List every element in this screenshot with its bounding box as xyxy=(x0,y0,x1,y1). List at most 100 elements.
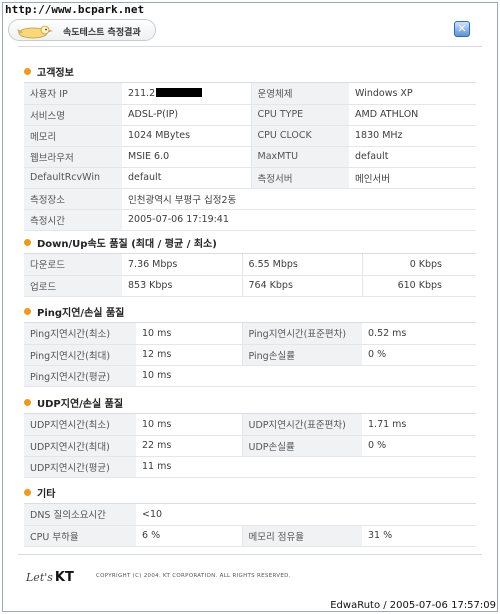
row-label: UDP지연시간(최대) xyxy=(24,435,136,457)
row-label: 메모리 점유율 xyxy=(242,525,362,547)
user-ip-value: 211.2 xyxy=(122,83,252,105)
section-title: Down/Up속도 품질 (최대 / 평균 / 최소) xyxy=(37,238,217,250)
section-heading: 고객정보 xyxy=(24,63,476,79)
section-title: 기타 xyxy=(37,488,56,500)
row-value: 10 ms xyxy=(136,414,243,436)
row-label: Ping지연시간(최소) xyxy=(24,323,136,345)
table-row: 메모리 1024 MBytes CPU CLOCK 1830 MHz xyxy=(24,125,476,147)
table-row: 웹브라우저 MSIE 6.0 MaxMTU default xyxy=(24,146,476,168)
min-value: 0 Kbps xyxy=(362,254,476,276)
max-value: 853 Kbps xyxy=(122,275,243,297)
redaction-bar xyxy=(156,87,203,97)
etc-section: 기타 DNS 질의소요시간 <10 CPU 부하율 6 % 메모리 점유율 31… xyxy=(24,484,476,547)
dns-value: <10 xyxy=(136,504,476,526)
row-label: 서비스명 xyxy=(24,104,122,126)
table-row: 서비스명 ADSL-P(IP) CPU TYPE AMD ATHLON xyxy=(24,104,476,126)
row-value: 0 % xyxy=(362,344,476,366)
table-row: CPU 부하율 6 % 메모리 점유율 31 % xyxy=(24,525,476,547)
table-row: 사용자 IP 211.2 운영체제 Windows XP xyxy=(24,83,476,105)
table-row: DNS 질의소요시간 <10 xyxy=(24,504,476,526)
url-stamp: http://www.bcpark.net xyxy=(5,3,145,16)
table-row: 측정시간 2005-07-06 17:19:41 xyxy=(24,209,476,231)
table-row: 측정장소 인천광역시 부평구 십정2동 xyxy=(24,188,476,210)
udp-table: UDP지연시간(최소) 10 ms UDP지연시간(표준편차) 1.71 ms … xyxy=(24,414,476,478)
row-value: 1.71 ms xyxy=(362,414,476,436)
row-value: default xyxy=(349,146,476,168)
logo-lets-text: Let's xyxy=(26,571,53,584)
section-heading: Down/Up속도 품질 (최대 / 평균 / 최소) xyxy=(24,234,476,250)
row-label: 사용자 IP xyxy=(24,83,122,105)
divider xyxy=(18,46,482,47)
min-value: 610 Kbps xyxy=(362,275,476,297)
row-label: Ping지연시간(표준편차) xyxy=(242,323,362,345)
customer-info-section: 고객정보 사용자 IP 211.2 운영체제 Windows XP 서비스명 A… xyxy=(24,63,476,231)
ping-quality-section: Ping지연/손실 품질 Ping지연시간(최소) 10 ms Ping지연시간… xyxy=(24,303,476,387)
row-value: 22 ms xyxy=(136,435,243,457)
row-label: UDP지연시간(표준편차) xyxy=(242,414,362,436)
table-row: 업로드 853 Kbps 764 Kbps 610 Kbps xyxy=(24,275,476,297)
copyright-text: COPYRIGHT (C) 2004. KT CORPORATION. ALL … xyxy=(96,573,291,579)
row-label: UDP손실률 xyxy=(242,435,362,457)
row-label: CPU TYPE xyxy=(251,104,349,126)
row-value: 11 ms xyxy=(136,456,476,478)
row-value: default xyxy=(122,167,252,189)
kt-logo: Let's KT xyxy=(26,570,74,585)
max-value: 7.36 Mbps xyxy=(122,254,243,276)
section-title: 고객정보 xyxy=(37,67,74,79)
udp-quality-section: UDP지연/손실 품질 UDP지연시간(최소) 10 ms UDP지연시간(표준… xyxy=(24,394,476,478)
location-value: 인천광역시 부평구 십정2동 xyxy=(122,188,476,210)
cpu-load-value: 6 % xyxy=(136,525,243,547)
row-value: AMD ATHLON xyxy=(349,104,476,126)
section-title: UDP지연/손실 품질 xyxy=(37,398,124,410)
title-bar: 속도테스트 측정결과 ✕ xyxy=(6,16,492,44)
row-label: 업로드 xyxy=(24,275,122,297)
row-value: 0 % xyxy=(362,435,476,457)
bullet-icon xyxy=(24,307,31,315)
row-label: Ping지연시간(평균) xyxy=(24,365,136,387)
etc-table: DNS 질의소요시간 <10 CPU 부하율 6 % 메모리 점유율 31 % xyxy=(24,504,476,547)
row-value: 12 ms xyxy=(136,344,243,366)
row-label: UDP지연시간(평균) xyxy=(24,456,136,478)
row-label: MaxMTU xyxy=(251,146,349,168)
bird-logo-icon xyxy=(17,25,53,39)
table-row: Ping지연시간(평균) 10 ms xyxy=(24,365,476,387)
row-label: DefaultRcvWin xyxy=(24,167,122,189)
bullet-icon xyxy=(24,238,31,246)
row-label: 다운로드 xyxy=(24,254,122,276)
table-row: UDP지연시간(최대) 22 ms UDP손실률 0 % xyxy=(24,435,476,457)
row-label: 운영체제 xyxy=(251,83,349,105)
row-value: 10 ms xyxy=(136,323,243,345)
row-value: Windows XP xyxy=(349,83,476,105)
row-value: 1830 MHz xyxy=(349,125,476,147)
row-label: 메모리 xyxy=(24,125,122,147)
row-value: ADSL-P(IP) xyxy=(122,104,252,126)
logo-kt-text: KT xyxy=(54,570,74,585)
table-row: Ping지연시간(최대) 12 ms Ping손실률 0 % xyxy=(24,344,476,366)
row-label: 측정장소 xyxy=(24,188,122,210)
close-button[interactable]: ✕ xyxy=(454,21,470,37)
watermark: EdwaRuto / 2005-07-06 17:57:09 xyxy=(330,600,496,611)
section-heading: UDP지연/손실 품질 xyxy=(24,394,476,410)
row-value: 메인서버 xyxy=(349,167,476,189)
table-row: UDP지연시간(평균) 11 ms xyxy=(24,456,476,478)
row-label: CPU 부하율 xyxy=(24,525,136,547)
table-row: DefaultRcvWin default 측정서버 메인서버 xyxy=(24,167,476,189)
title-tab: 속도테스트 측정결과 xyxy=(8,19,156,41)
table-row: 다운로드 7.36 Mbps 6.55 Mbps 0 Kbps xyxy=(24,254,476,276)
row-label: DNS 질의소요시간 xyxy=(24,504,136,526)
bullet-icon xyxy=(24,398,31,406)
section-heading: Ping지연/손실 품질 xyxy=(24,303,476,319)
row-label: CPU CLOCK xyxy=(251,125,349,147)
table-row: Ping지연시간(최소) 10 ms Ping지연시간(표준편차) 0.52 m… xyxy=(24,323,476,345)
bullet-icon xyxy=(24,488,31,496)
row-label: 측정시간 xyxy=(24,209,122,231)
page-title: 속도테스트 측정결과 xyxy=(63,28,141,38)
speed-table: 다운로드 7.36 Mbps 6.55 Mbps 0 Kbps 업로드 853 … xyxy=(24,254,476,297)
row-value: 0.52 ms xyxy=(362,323,476,345)
table-row: UDP지연시간(최소) 10 ms UDP지연시간(표준편차) 1.71 ms xyxy=(24,414,476,436)
bullet-icon xyxy=(24,67,31,75)
row-label: UDP지연시간(최소) xyxy=(24,414,136,436)
row-value: MSIE 6.0 xyxy=(122,146,252,168)
avg-value: 764 Kbps xyxy=(242,275,363,297)
speed-quality-section: Down/Up속도 품질 (최대 / 평균 / 최소) 다운로드 7.36 Mb… xyxy=(24,234,476,297)
